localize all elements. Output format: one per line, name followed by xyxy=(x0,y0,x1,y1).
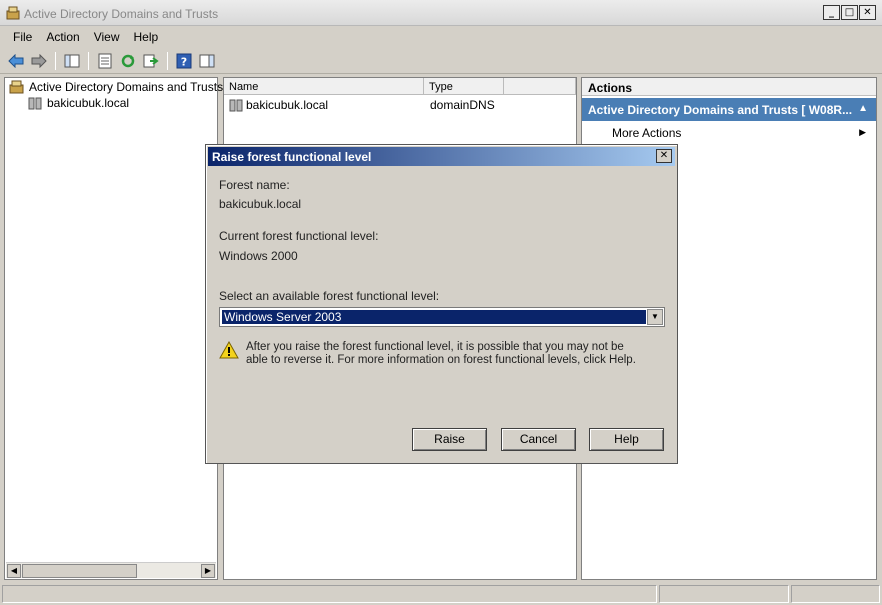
console-tree-pane[interactable]: Active Directory Domains and Trusts [ \ … xyxy=(4,77,236,580)
column-header-type[interactable]: Type xyxy=(424,78,504,95)
chevron-down-icon[interactable]: ▼ xyxy=(647,309,663,325)
menu-help[interactable]: Help xyxy=(127,27,166,47)
warning-icon xyxy=(219,341,239,359)
domain-icon xyxy=(229,99,243,112)
tree-domain-node[interactable]: bakicubuk.local xyxy=(27,96,129,110)
dialog-close-button[interactable]: ✕ xyxy=(656,149,672,163)
more-actions-item[interactable]: More Actions xyxy=(612,126,681,140)
selected-level-value: Windows Server 2003 xyxy=(222,310,646,324)
refresh-icon[interactable] xyxy=(118,51,138,71)
select-level-label: Select an available forest functional le… xyxy=(219,289,440,303)
status-cell-tertiary xyxy=(791,585,880,603)
forest-level-select[interactable]: Windows Server 2003 ▼ xyxy=(219,307,665,327)
actions-section-label: Active Directory Domains and Trusts [ W0… xyxy=(588,103,853,117)
forest-name-label: Forest name: xyxy=(219,178,290,192)
column-header-name[interactable]: Name xyxy=(224,78,424,95)
dialog-title-bar: Raise forest functional level ✕ xyxy=(208,147,675,166)
maximize-button[interactable]: □ xyxy=(841,5,858,20)
actions-header: Actions xyxy=(582,78,876,96)
toolbar-separator xyxy=(167,51,168,70)
status-cell-secondary xyxy=(659,585,789,603)
list-item-name: bakicubuk.local xyxy=(246,98,329,112)
current-level-label: Current forest functional level: xyxy=(219,229,379,243)
raise-forest-level-dialog: Raise forest functional level ✕ Forest n… xyxy=(205,144,678,464)
forest-name-value: bakicubuk.local xyxy=(219,197,302,211)
scroll-right-icon[interactable]: ▶ xyxy=(201,564,215,578)
toolbar-separator xyxy=(88,51,89,70)
back-icon[interactable] xyxy=(6,51,26,71)
tree-root-label: Active Directory Domains and Trusts [ \ xyxy=(29,80,237,94)
ad-domains-trusts-icon xyxy=(9,80,24,94)
list-item[interactable]: bakicubuk.local domainDNS xyxy=(224,96,574,114)
help-button[interactable]: Help xyxy=(589,428,664,451)
scroll-left-icon[interactable]: ◀ xyxy=(7,564,21,578)
show-hide-action-pane-icon[interactable] xyxy=(197,51,217,71)
window-title: Active Directory Domains and Trusts xyxy=(24,7,219,21)
tree-domain-label: bakicubuk.local xyxy=(47,96,130,110)
help-icon[interactable]: ? xyxy=(174,51,194,71)
scrollbar-thumb[interactable] xyxy=(22,564,137,578)
svg-text:?: ? xyxy=(181,55,187,68)
export-list-icon[interactable] xyxy=(141,51,161,71)
status-cell-main xyxy=(2,585,657,603)
raise-button[interactable]: Raise xyxy=(412,428,487,451)
properties-icon[interactable] xyxy=(95,51,115,71)
dialog-title: Raise forest functional level xyxy=(212,150,372,164)
menu-bar: File Action View Help xyxy=(0,27,882,47)
ad-domains-trusts-icon xyxy=(6,6,20,20)
submenu-arrow-icon: ▶ xyxy=(859,127,866,137)
warning-message: After you raise the forest functional le… xyxy=(246,341,636,366)
cancel-button[interactable]: Cancel xyxy=(501,428,576,451)
menu-action[interactable]: Action xyxy=(39,27,86,47)
forward-icon[interactable] xyxy=(29,51,49,71)
column-header-blank[interactable] xyxy=(504,78,576,95)
show-hide-tree-icon[interactable] xyxy=(62,51,82,71)
collapse-up-icon[interactable]: ▲ xyxy=(858,103,868,114)
close-button[interactable]: ✕ xyxy=(859,5,876,20)
toolbar-separator xyxy=(55,51,56,70)
list-item-type: domainDNS xyxy=(430,98,495,112)
menu-view[interactable]: View xyxy=(87,27,127,47)
domain-icon xyxy=(28,97,42,110)
status-bar xyxy=(0,583,882,605)
actions-section-header[interactable]: Active Directory Domains and Trusts [ W0… xyxy=(582,98,876,121)
current-level-value: Windows 2000 xyxy=(219,249,298,263)
title-bar: Active Directory Domains and Trusts _ □ … xyxy=(0,0,882,26)
tree-root-node[interactable]: Active Directory Domains and Trusts [ \ xyxy=(9,80,236,94)
toolbar: ? xyxy=(0,48,882,74)
minimize-button[interactable]: _ xyxy=(823,5,840,20)
tree-horizontal-scrollbar[interactable]: ◀ ▶ xyxy=(6,562,216,578)
menu-file[interactable]: File xyxy=(6,27,39,47)
